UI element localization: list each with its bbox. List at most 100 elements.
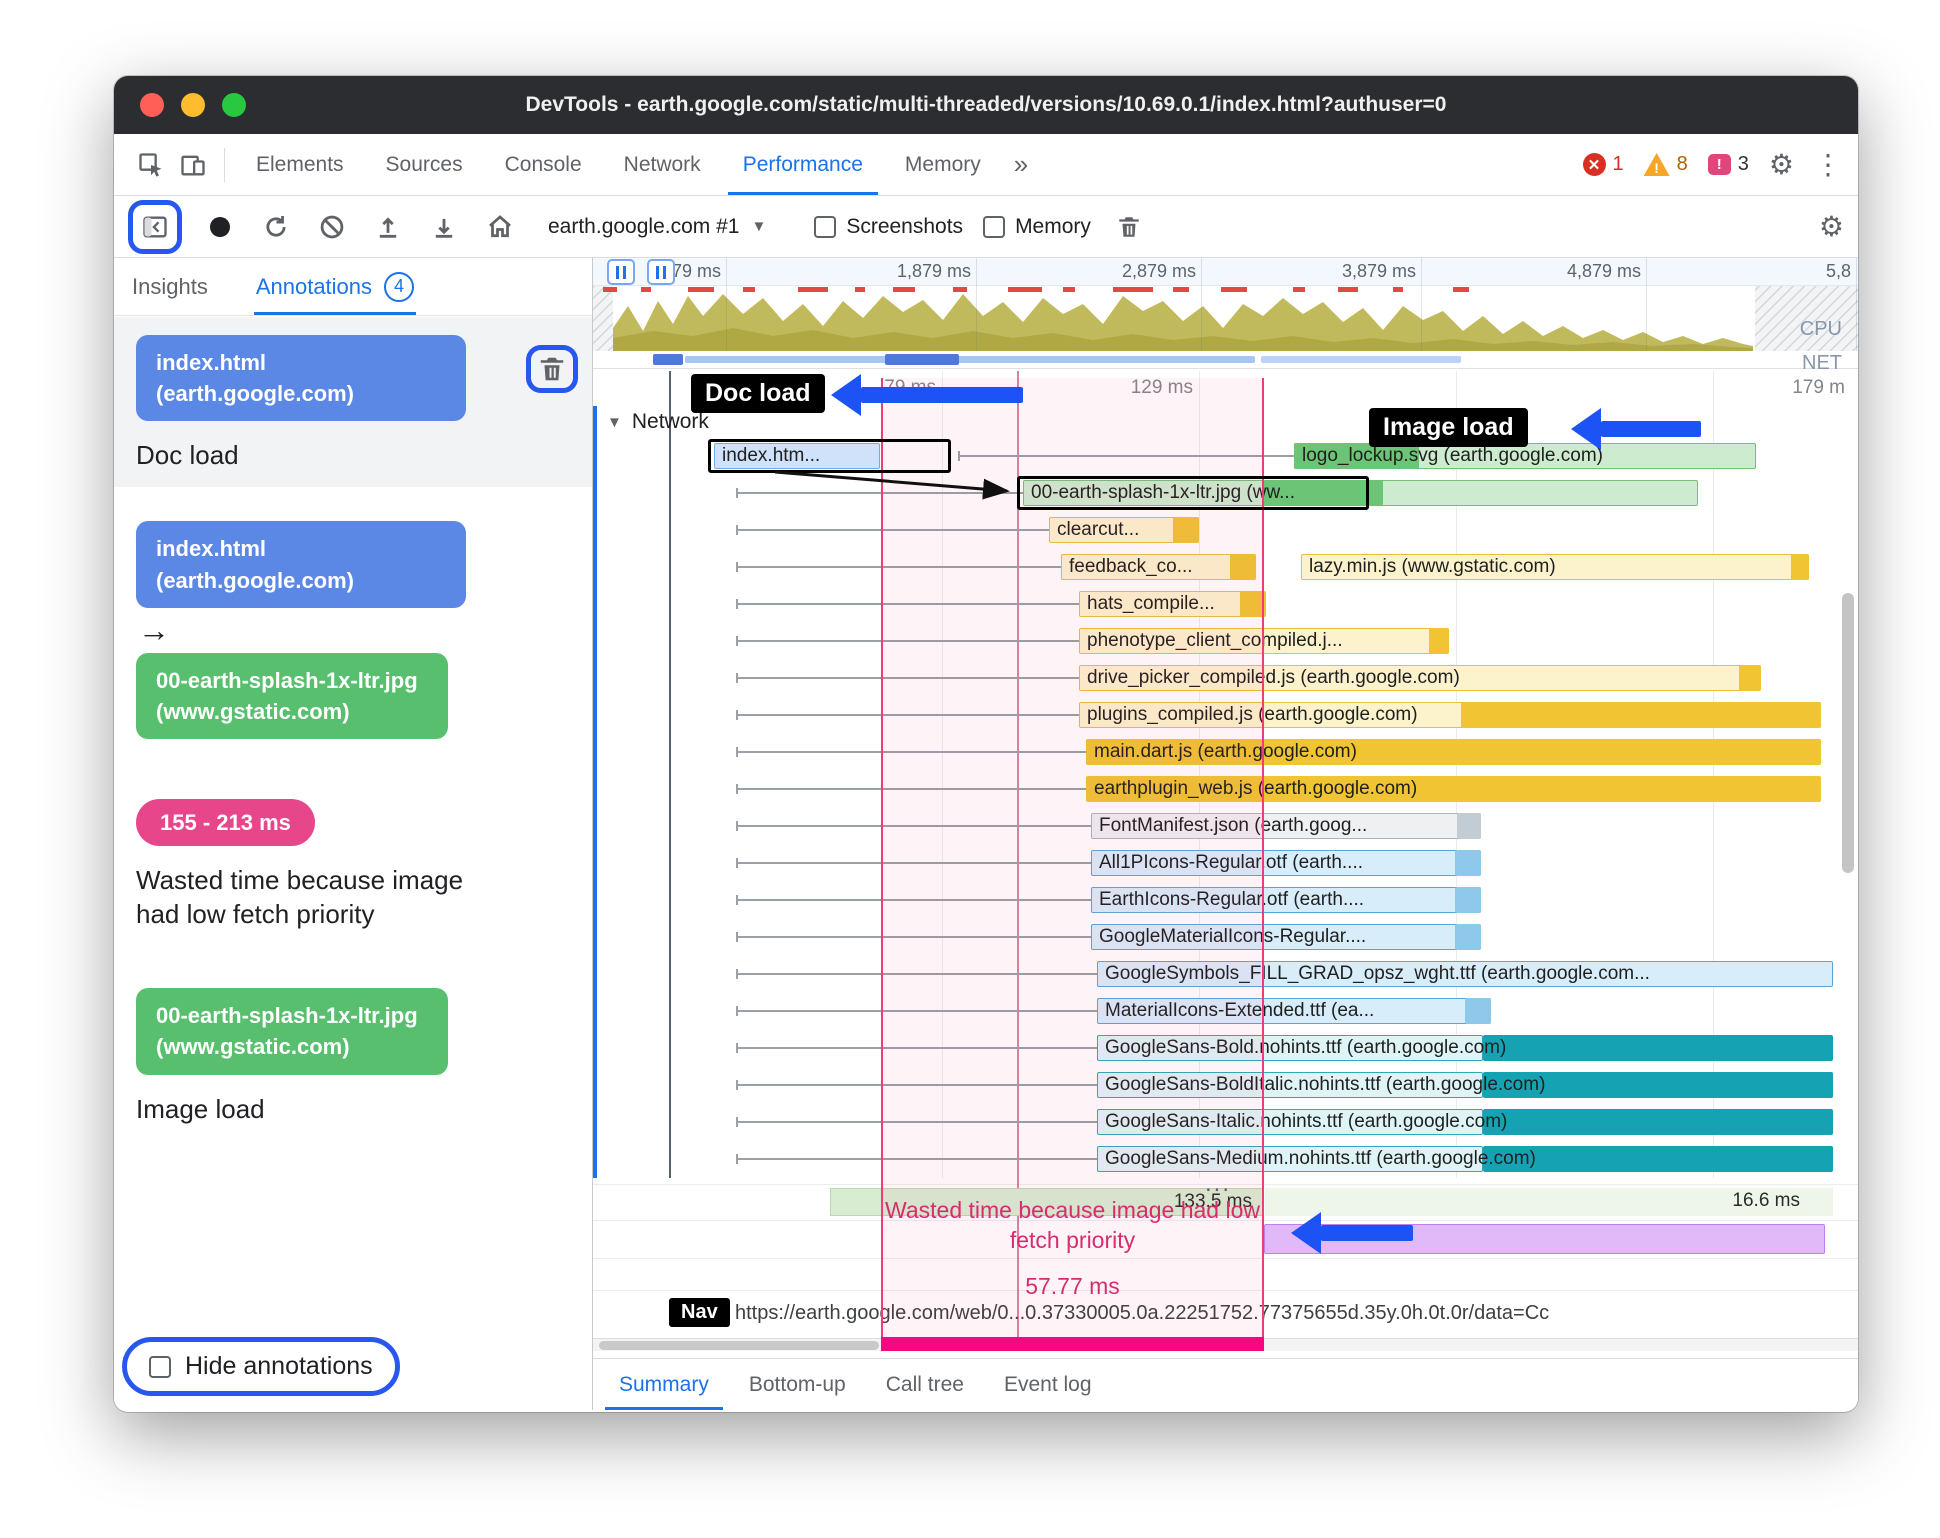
hide-annotations-checkbox[interactable] [149, 1355, 171, 1378]
annotation-pill[interactable]: 155 - 213 ms [136, 799, 315, 847]
minimize-window-button[interactable] [181, 93, 205, 117]
request-bar-solid[interactable] [1240, 591, 1266, 617]
kebab-menu-icon[interactable]: ⋮ [1814, 150, 1842, 179]
annotation-pill[interactable]: 00-earth-splash-1x-ltr.jpg (www.gstatic.… [136, 652, 448, 740]
request-bar-solid[interactable] [1455, 887, 1481, 913]
tab-bottom-up[interactable]: Bottom-up [729, 1359, 866, 1410]
request-label: GoogleSymbols_FILL_GRAD_opsz_wght.ttf (e… [1105, 963, 1650, 984]
annotation-label: Wasted time because image had low fetch … [136, 865, 464, 930]
reload-and-record-icon[interactable] [258, 209, 294, 245]
tab-performance[interactable]: Performance [722, 134, 884, 195]
cpu-track-label: CPU [1799, 318, 1842, 340]
overflow-indicator[interactable]: ... [1205, 1170, 1231, 1198]
annotation-entry[interactable]: 155 - 213 ms Wasted time because image ha… [114, 781, 592, 946]
network-track-header[interactable]: ▼ Network [607, 410, 709, 434]
more-tabs-icon[interactable]: » [1002, 149, 1040, 180]
delete-annotation-button[interactable] [537, 354, 567, 384]
tab-console[interactable]: Console [484, 134, 603, 195]
overview-tick-label: 4,879 ms [1566, 261, 1641, 281]
memory-label: Memory [1015, 214, 1091, 238]
wasted-time-duration: 57.77 ms [1025, 1272, 1120, 1299]
timeline-handle-left-button[interactable] [607, 259, 635, 285]
tab-insights[interactable]: Insights [132, 258, 208, 315]
save-profile-icon[interactable] [426, 209, 462, 245]
memory-checkbox[interactable] [983, 215, 1006, 238]
performance-toolbar: earth.google.com #1 ▼ Screenshots Memory… [114, 196, 1858, 258]
tab-elements[interactable]: Elements [235, 134, 365, 195]
devtools-tabbar: Elements Sources Console Network Performance… [114, 134, 1858, 196]
tab-event-log[interactable]: Event log [984, 1359, 1112, 1410]
request-label: feedback_co... [1069, 556, 1193, 577]
request-bar-solid[interactable] [1455, 850, 1481, 876]
home-icon[interactable] [482, 209, 518, 245]
annotation-entry[interactable]: index.html (earth.google.com) Doc load [114, 317, 592, 488]
record-button[interactable] [202, 209, 238, 245]
main-track-url: https://earth.google.com/web/0...0.37330… [735, 1302, 1550, 1324]
collect-garbage-icon[interactable] [1111, 209, 1147, 245]
tab-call-tree[interactable]: Call tree [866, 1359, 984, 1410]
net-segment [1261, 356, 1461, 363]
annotation-pill[interactable]: 00-earth-splash-1x-ltr.jpg (www.gstatic.… [136, 988, 448, 1075]
request-whisker [736, 673, 1079, 683]
divider [224, 147, 225, 182]
tab-annotations[interactable]: Annotations 4 [253, 258, 417, 315]
doc-load-annotation-chip[interactable]: Doc load [691, 374, 825, 413]
request-bar-solid[interactable] [1483, 1109, 1833, 1135]
timeline-handle-right-button[interactable] [647, 259, 675, 285]
request-bar-solid[interactable] [1455, 924, 1481, 950]
screenshots-option[interactable]: Screenshots [814, 215, 963, 239]
clear-icon[interactable] [314, 209, 350, 245]
target-selector[interactable]: earth.google.com #1 ▼ [548, 215, 766, 239]
request-whisker [958, 451, 1294, 461]
annotation-entry[interactable]: index.html (earth.google.com) → 00-earth-s… [114, 503, 592, 753]
panel-settings-gear-icon[interactable]: ⚙ [1819, 212, 1844, 241]
overview-tick-line [726, 258, 727, 351]
request-bar-solid[interactable] [1429, 628, 1449, 654]
request-whisker [736, 969, 1097, 979]
tab-network[interactable]: Network [603, 134, 722, 195]
request-bar-solid[interactable] [1791, 554, 1809, 580]
annotation-label: Image load [136, 1093, 265, 1124]
device-toolbar-icon[interactable] [172, 144, 214, 186]
horizontal-scrollbar-thumb[interactable] [599, 1341, 879, 1350]
annotation-entry[interactable]: 00-earth-splash-1x-ltr.jpg (www.gstatic.… [114, 970, 592, 1140]
overview-ruler[interactable]: 879 ms 1,879 ms 2,879 ms 3,879 ms 4,879 ms 5,… [593, 258, 1858, 351]
request-bar-solid[interactable] [1457, 813, 1481, 839]
tab-sources[interactable]: Sources [365, 134, 484, 195]
tab-summary[interactable]: Summary [599, 1359, 729, 1410]
request-whisker [736, 747, 1086, 757]
annotation-label: Doc load [136, 440, 239, 471]
request-bar-solid[interactable] [1173, 517, 1199, 543]
inspect-element-icon[interactable] [130, 144, 172, 186]
overview-tick-label: 1,879 ms [896, 261, 971, 281]
close-window-button[interactable] [140, 93, 164, 117]
image-load-annotation-chip[interactable]: Image load [1369, 408, 1528, 447]
annotation-pill[interactable]: index.html (earth.google.com) [136, 521, 466, 608]
nav-marker-chip[interactable]: Nav [669, 1298, 730, 1327]
request-label: 00-earth-splash-1x-ltr.jpg (ww... [1031, 482, 1295, 503]
vertical-scrollbar-thumb[interactable] [1842, 593, 1854, 873]
wasted-time-callout: Wasted time because image had low fetch … [881, 1196, 1264, 1302]
request-bar-solid[interactable] [1465, 998, 1491, 1024]
cpu-overview-chart[interactable] [593, 286, 1858, 351]
request-bar-solid[interactable] [1739, 665, 1761, 691]
warning-count: 8 [1676, 153, 1688, 175]
warnings-badge[interactable]: ! 8 [1643, 153, 1688, 176]
focus-ring-annotation [128, 199, 182, 254]
annotation-pill[interactable]: index.html (earth.google.com) [136, 335, 466, 422]
load-profile-icon[interactable] [370, 209, 406, 245]
settings-gear-icon[interactable]: ⚙ [1769, 150, 1794, 179]
issues-count: 3 [1737, 153, 1749, 175]
errors-badge[interactable]: ✕ 1 [1582, 153, 1624, 176]
request-label: lazy.min.js (www.gstatic.com) [1309, 556, 1556, 577]
tab-memory[interactable]: Memory [884, 134, 1002, 195]
hide-annotations-label: Hide annotations [185, 1352, 373, 1380]
request-bar-solid[interactable] [1483, 1035, 1833, 1061]
screenshots-checkbox[interactable] [814, 215, 837, 238]
request-bar-solid[interactable] [1230, 554, 1256, 580]
issues-badge[interactable]: ! 3 [1707, 153, 1749, 176]
request-bar-solid[interactable] [1461, 702, 1821, 728]
memory-option[interactable]: Memory [983, 215, 1091, 239]
toggle-sidebar-icon[interactable] [137, 209, 173, 245]
zoom-window-button[interactable] [222, 93, 246, 117]
